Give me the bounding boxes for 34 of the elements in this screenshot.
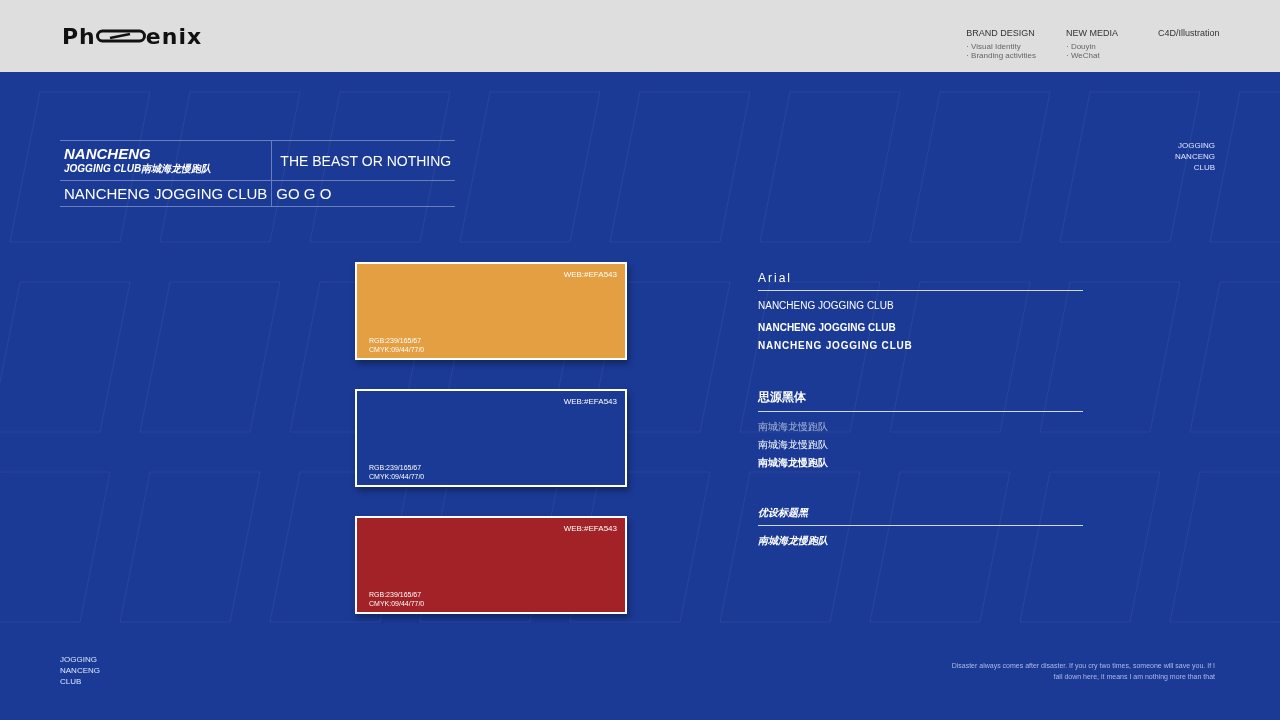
font-name: Arial <box>758 271 1083 291</box>
font-sample: 南城海龙慢跑队 <box>758 421 829 432</box>
badge-title: NANCHENG <box>64 145 152 162</box>
footer-label: JOGGING <box>60 654 97 665</box>
nav-sublink[interactable]: · Branding activities <box>966 51 1036 60</box>
slogan: THE BEAST OR NOTHING <box>279 152 452 169</box>
footer-label: NANCENG <box>60 665 100 676</box>
footer-label: CLUB <box>60 676 82 687</box>
font-name: 优设标题黑 <box>758 506 1083 526</box>
web-code: WEB:#EFA543 <box>563 524 617 533</box>
nav-link[interactable]: BRAND DESIGN <box>966 28 1036 38</box>
corner-label: CLUB <box>1193 162 1215 173</box>
web-code: WEB:#EFA543 <box>563 397 617 406</box>
nav-link[interactable]: C4D/Illustration <box>1158 28 1220 38</box>
nav-sublink[interactable]: · WeChat <box>1066 51 1128 60</box>
font-sample: NANCHENG JOGGING CLUB <box>758 322 897 333</box>
logo-text: enix <box>145 23 203 49</box>
nav-sublink[interactable]: · Douyin <box>1066 42 1128 51</box>
font-sample: 南城海龙慢跑队 <box>758 535 829 546</box>
nav-link[interactable]: NEW MEDIA <box>1066 28 1128 38</box>
corner-label: JOGGING <box>1178 140 1215 151</box>
badge-subtitle: JOGGING CLUB南城海龙慢跑队 <box>64 162 213 176</box>
logo-mark-icon <box>95 29 146 43</box>
logo-text: Ph <box>62 23 96 49</box>
cheer-text: GO G O <box>276 185 333 202</box>
font-sample: NANCHENG JOGGING CLUB <box>758 300 895 311</box>
web-code: WEB:#EFA543 <box>563 270 617 279</box>
font-sample: 南城海龙慢跑队 <box>758 439 829 450</box>
nav-sublink[interactable]: · Visual Identity <box>966 42 1036 51</box>
font-sample: NANCHENG JOGGING CLUB <box>758 340 914 351</box>
club-name: NANCHENG JOGGING CLUB <box>64 185 268 202</box>
font-sample: 南城海龙慢跑队 <box>758 457 829 468</box>
font-name: 思源黑体 <box>758 389 1083 412</box>
corner-label: NANCENG <box>1175 151 1215 162</box>
